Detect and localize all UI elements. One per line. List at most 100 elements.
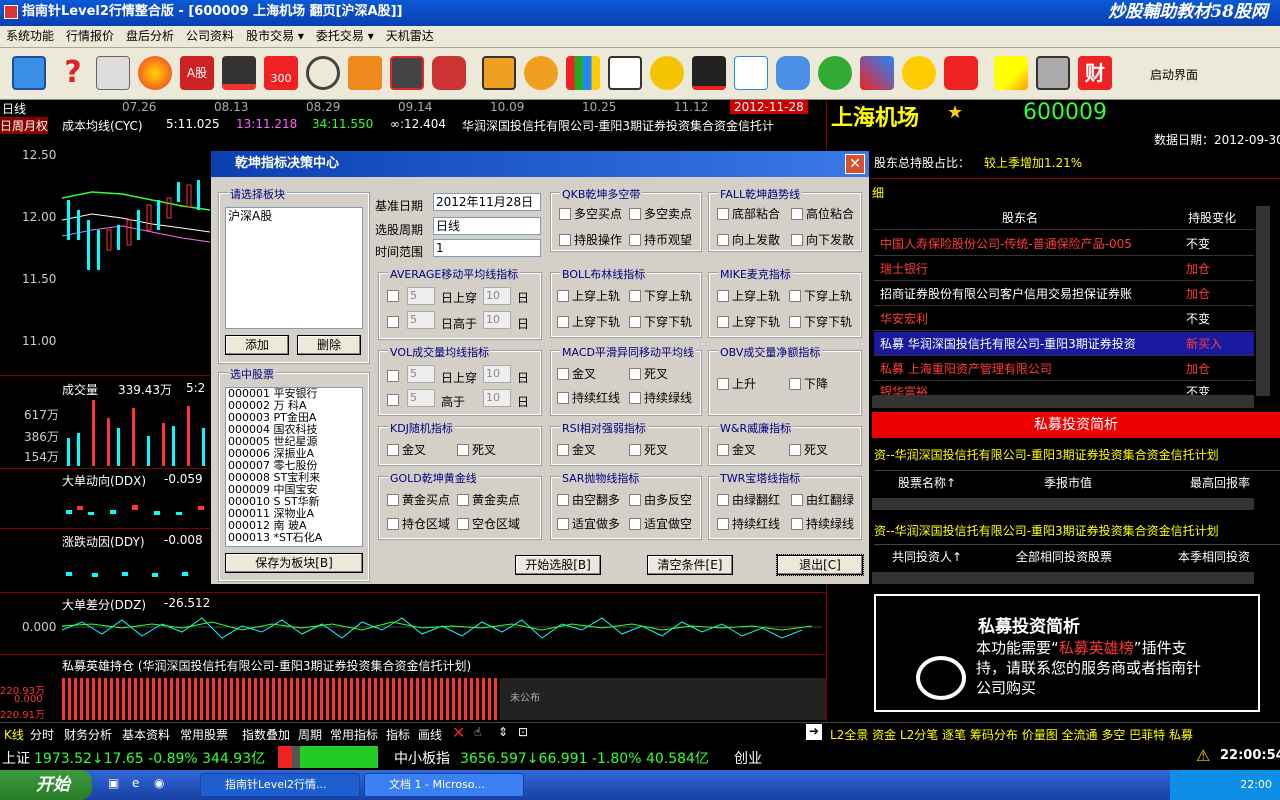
pencil-icon[interactable] <box>994 56 1028 90</box>
hand-icon[interactable]: ☝ <box>474 725 481 739</box>
magnet-icon[interactable] <box>860 56 894 90</box>
ie-icon[interactable]: e <box>132 776 139 790</box>
checkbox[interactable]: 适宜做多 <box>557 517 620 531</box>
stock-item[interactable]: 000013 *ST石化A <box>228 532 362 544</box>
block-list[interactable]: 沪深A股 <box>225 207 363 329</box>
menu-order[interactable]: 委托交易 ▾ <box>310 26 380 47</box>
ball-icon[interactable] <box>138 56 172 90</box>
bars-icon[interactable] <box>566 56 600 90</box>
h-scrollbar-2[interactable] <box>872 498 1254 510</box>
checkbox[interactable]: 下穿上轨 <box>629 289 692 303</box>
chart-icon[interactable] <box>222 56 256 90</box>
checkbox[interactable] <box>387 289 402 303</box>
book-icon[interactable] <box>348 56 382 90</box>
checkbox[interactable]: 死叉 <box>789 443 828 457</box>
start-screen-button[interactable]: 启动界面 <box>1150 66 1198 83</box>
300-icon[interactable]: 300 <box>264 56 298 90</box>
holder-row[interactable]: 银华富裕 不变 <box>874 382 1254 396</box>
checkbox[interactable]: 黄金买点 <box>387 493 450 507</box>
close-icon[interactable]: ✕ <box>452 723 465 742</box>
period-tabs[interactable]: 日周月权 <box>0 117 49 134</box>
holder-row[interactable]: 中国人寿保险股份公司-传统-普通保险产品-005 不变 <box>874 232 1254 256</box>
col-same-stocks[interactable]: 全部相同投资股票 <box>1016 548 1112 565</box>
add-button[interactable]: 添加 <box>225 335 289 355</box>
avg-m1-input[interactable]: 10 <box>483 287 511 305</box>
checkbox[interactable]: 持续绿线 <box>791 517 854 531</box>
checkbox[interactable]: 金叉 <box>387 443 426 457</box>
money-icon[interactable] <box>650 56 684 90</box>
checkbox[interactable]: 由空翻多 <box>557 493 620 507</box>
checkbox[interactable]: 持币观望 <box>629 233 692 247</box>
coin-icon[interactable] <box>524 56 558 90</box>
checkbox[interactable]: 由红翻绿 <box>791 493 854 507</box>
checkbox[interactable]: 上升 <box>717 377 756 391</box>
period-select[interactable]: 日线 <box>433 217 541 235</box>
star-icon[interactable]: ★ <box>947 102 963 123</box>
v-scrollbar[interactable] <box>1256 206 1270 396</box>
avg-n2-input[interactable]: 5 <box>407 311 435 329</box>
move-icon[interactable]: ⇕ <box>498 725 508 739</box>
checkbox[interactable]: 向上发散 <box>717 233 780 247</box>
vol-n2-input[interactable]: 5 <box>407 389 435 407</box>
line-chart-icon[interactable] <box>734 56 768 90</box>
checkbox[interactable]: 向下发散 <box>791 233 854 247</box>
checkbox[interactable]: 持续红线 <box>717 517 780 531</box>
robot-icon[interactable] <box>432 56 466 90</box>
close-icon[interactable]: ✕ <box>845 154 865 174</box>
tab-kline[interactable]: K线 <box>4 726 24 743</box>
tab-indicator[interactable]: 指标 <box>386 726 410 743</box>
stock-list[interactable]: 000001 平安银行 000002 万 科A 000003 PT金田A 000… <box>225 387 363 547</box>
tab-timeshare[interactable]: 分时 <box>30 726 54 743</box>
checkbox[interactable]: 底部粘合 <box>717 207 780 221</box>
checkbox[interactable]: 多空卖点 <box>629 207 692 221</box>
checkbox[interactable]: 死叉 <box>457 443 496 457</box>
recycle-icon[interactable] <box>818 56 852 90</box>
col-co-investor[interactable]: 共同投资人↑ <box>892 548 962 565</box>
media-icon[interactable]: ◉ <box>154 776 164 790</box>
checkbox[interactable]: 下穿下轨 <box>789 315 852 329</box>
save-block-button[interactable]: 保存为板块[B] <box>225 553 363 573</box>
checkbox[interactable]: 多空买点 <box>559 207 622 221</box>
trend-icon[interactable] <box>692 56 726 90</box>
h-scrollbar-3[interactable] <box>872 572 1254 584</box>
col-max-return[interactable]: 最高回报率 <box>1190 474 1250 491</box>
menu-quotes[interactable]: 行情报价 <box>60 26 120 47</box>
menu-system[interactable]: 系统功能 <box>0 26 60 47</box>
holder-row[interactable]: 招商证券股份有限公司客户信用交易担保证券账 加仓 <box>874 282 1254 306</box>
shield-icon[interactable] <box>776 56 810 90</box>
tab-common-stocks[interactable]: 常用股票 <box>180 726 228 743</box>
checkbox[interactable] <box>387 369 402 383</box>
clear-conditions-button[interactable]: 清空条件[E] <box>647 555 733 575</box>
checkbox[interactable]: 由多反空 <box>629 493 692 507</box>
gear-icon[interactable] <box>902 56 936 90</box>
stop-icon[interactable] <box>944 56 978 90</box>
exit-button[interactable]: 退出[C] <box>776 554 864 576</box>
col-season-same[interactable]: 本季相同投资 <box>1178 548 1250 565</box>
checkbox[interactable]: 金叉 <box>717 443 756 457</box>
menu-trade[interactable]: 股市交易 ▾ <box>240 26 310 47</box>
menu-radar[interactable]: 天机雷达 <box>380 26 440 47</box>
checkbox[interactable]: 下降 <box>789 377 828 391</box>
calc-icon[interactable] <box>482 56 516 90</box>
monitor-icon[interactable] <box>12 56 46 90</box>
remove-button[interactable]: 删除 <box>297 335 361 355</box>
checkbox[interactable]: 持股操作 <box>559 233 622 247</box>
checkbox[interactable]: 金叉 <box>557 443 596 457</box>
tab-basic-info[interactable]: 基本资料 <box>122 726 170 743</box>
detail-tab[interactable]: 细 <box>872 184 884 201</box>
col-holder-name[interactable]: 股东名 <box>1002 209 1038 226</box>
checkbox[interactable]: 金叉 <box>557 367 596 381</box>
start-button[interactable]: 开始 <box>0 770 92 800</box>
holder-row[interactable]: 华安宏利 不变 <box>874 307 1254 331</box>
holder-row[interactable]: 瑞士银行 加仓 <box>874 257 1254 281</box>
news-icon[interactable] <box>390 56 424 90</box>
vol-m2-input[interactable]: 10 <box>483 389 511 407</box>
checkbox[interactable] <box>387 315 402 329</box>
checkbox[interactable]: 适宜做空 <box>629 517 692 531</box>
warning-icon[interactable]: ⚠ <box>1196 746 1210 765</box>
checkbox[interactable]: 死叉 <box>629 443 668 457</box>
start-select-button[interactable]: 开始选股[B] <box>515 555 601 575</box>
h-scrollbar[interactable] <box>872 396 1254 408</box>
checkbox[interactable]: 黄金卖点 <box>457 493 520 507</box>
computer-icon[interactable] <box>96 56 130 90</box>
